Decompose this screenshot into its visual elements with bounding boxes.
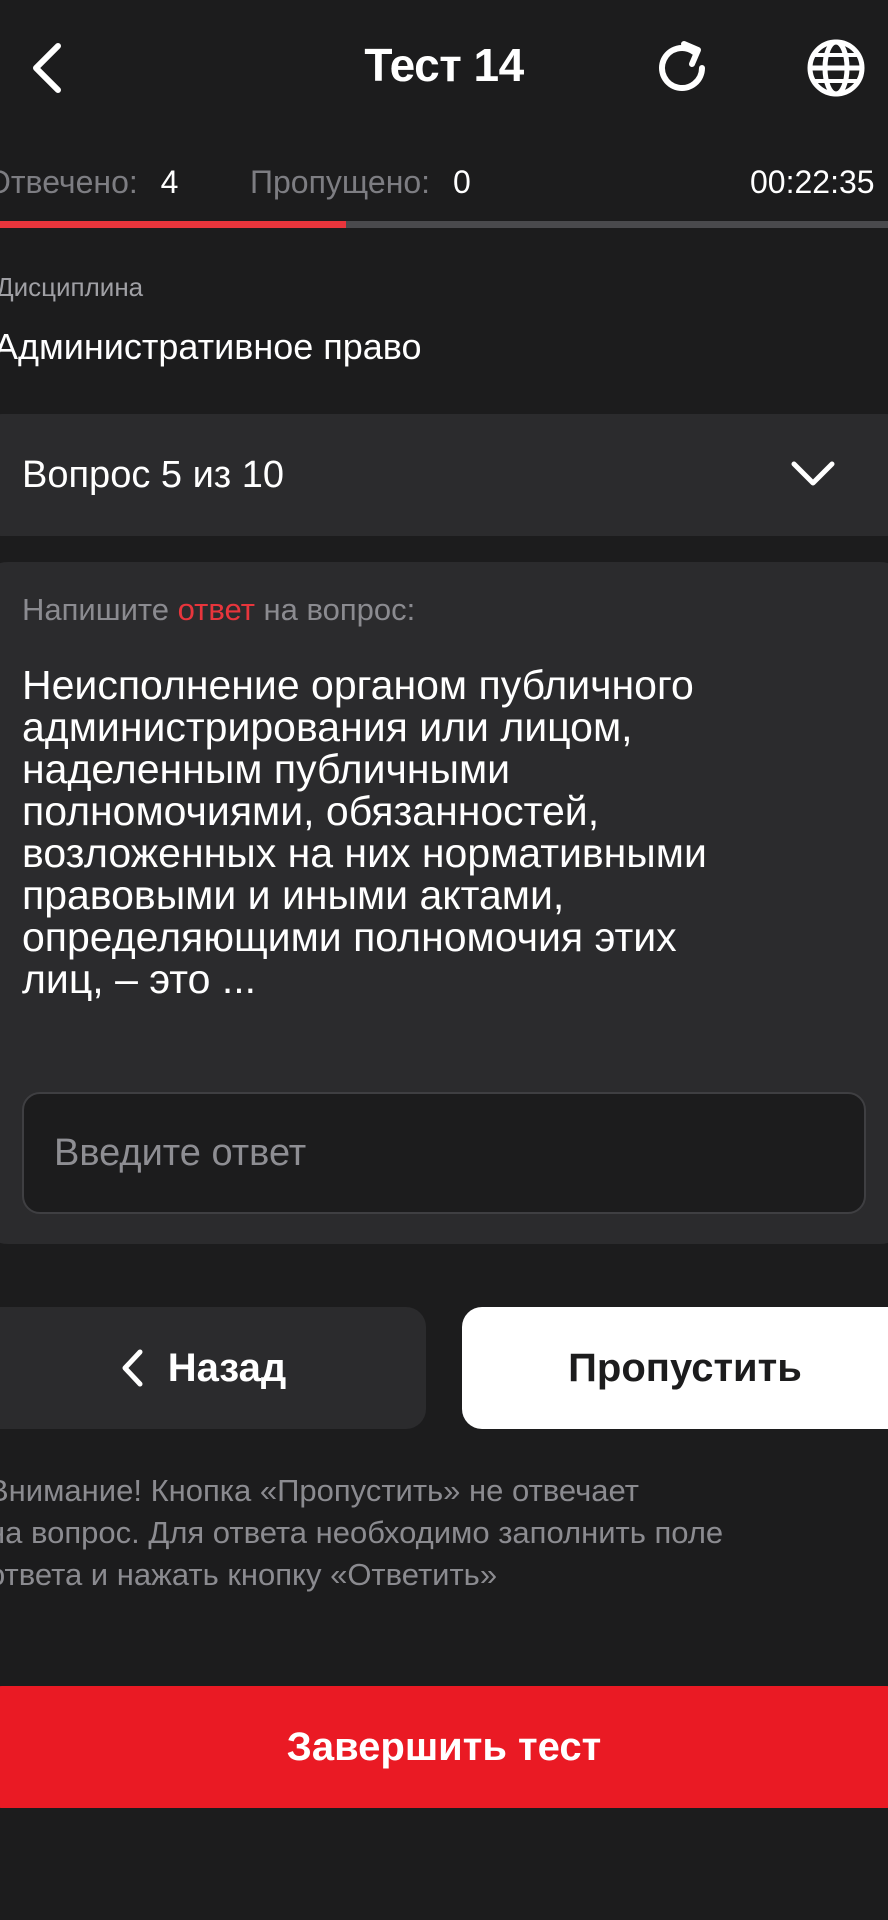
question-line: наделенным публичными [22,746,511,792]
language-button[interactable] [796,28,876,108]
warning-line: на вопрос. Для ответа необходимо заполни… [0,1515,724,1550]
finish-test-label: Завершить тест [286,1724,602,1769]
discipline-label: Дисциплина [0,272,144,302]
skip-button-label: Пропустить [568,1345,802,1390]
discipline-value: Административное право [0,326,422,367]
question-line: полномочиями, обязанностей, [22,788,600,834]
skipped-value: 0 [452,164,471,200]
question-line: возложенных на них нормативными [22,830,707,876]
globe-icon [807,39,865,97]
question-line: Неисполнение органом публичного [22,662,694,708]
answer-input[interactable] [22,1092,866,1214]
page-title: Тест 14 [364,39,524,91]
refresh-icon [659,41,705,91]
answered-label: Отвечено: [0,164,138,200]
prompt-text-before: Напишите [22,592,178,627]
test-screen: Тест 14 Отвечено: 4 Пропущено: 0 00:22:3… [0,0,888,1920]
finish-test-button[interactable]: Завершить тест [0,1686,888,1808]
skip-button[interactable]: Пропустить [462,1307,888,1429]
chevron-down-icon [791,461,835,486]
timer: 00:22:35 [750,164,875,200]
skipped-label: Пропущено: [250,164,431,200]
question-text: Неисполнение органом публичного админист… [22,664,872,1000]
answered-value: 4 [160,164,179,200]
question-line: лиц, – это ... [22,956,256,1002]
prompt-accent-word: ответ [177,592,255,627]
question-selector-label: Вопрос 5 из 10 [22,454,285,496]
chevron-left-icon [122,1349,143,1387]
question-line: правовыми и иными актами, [22,872,565,918]
prompt-text-after: на вопрос: [254,592,416,627]
skipped-counter: Пропущено: 0 [250,164,471,201]
progress-bar [0,221,888,228]
warning-line: Внимание! Кнопка «Пропустить» не отвечае… [0,1473,639,1508]
question-prompt: Напишите ответ на вопрос: [22,592,415,628]
back-button[interactable]: Назад [0,1307,426,1429]
warning-line: ответа и нажать кнопку «Ответить» [0,1557,498,1592]
status-bar: Отвечено: 4 Пропущено: 0 00:22:35 [0,160,888,210]
question-line: администрирования или лицом, [22,704,633,750]
skip-warning: Внимание! Кнопка «Пропустить» не отвечае… [0,1470,888,1596]
back-button-label: Назад [167,1345,287,1390]
answered-counter: Отвечено: 4 [0,164,178,201]
question-selector[interactable]: Вопрос 5 из 10 [0,414,888,536]
refresh-button[interactable] [642,28,722,108]
question-card: Напишите ответ на вопрос: Неисполнение о… [0,562,888,1244]
header: Тест 14 [0,0,888,140]
progress-fill [0,221,347,228]
question-line: определяющими полномочия этих [22,914,677,960]
